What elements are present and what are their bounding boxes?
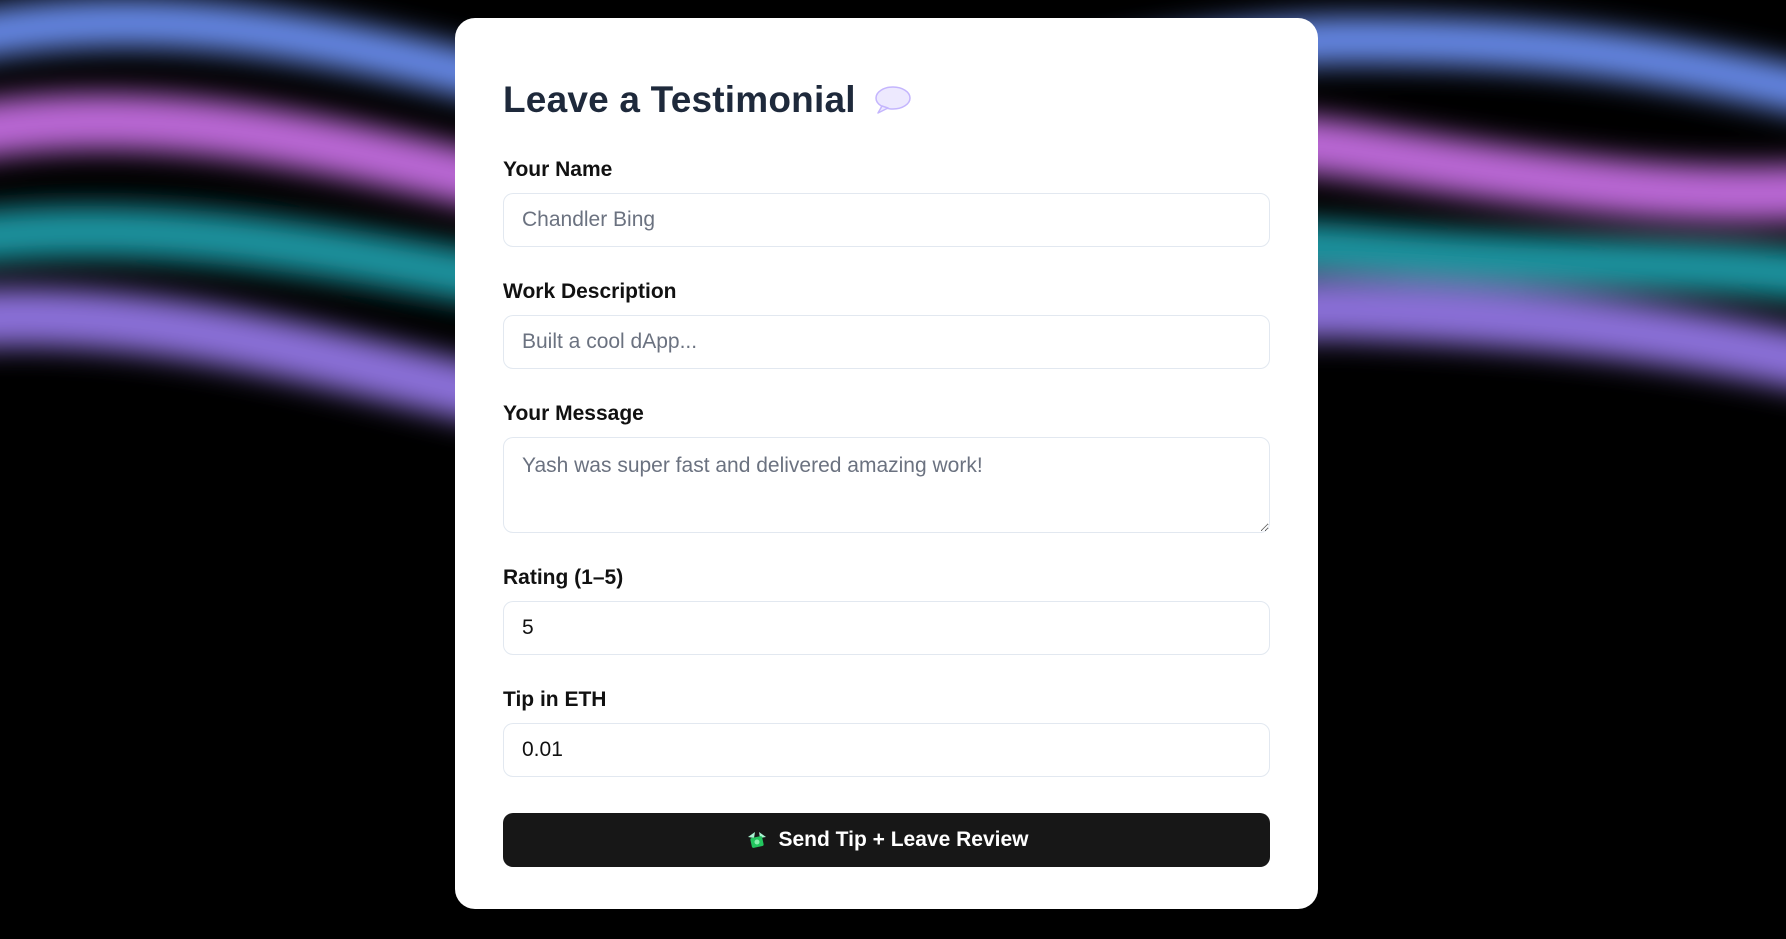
send-tip-button-label: Send Tip + Leave Review	[778, 828, 1029, 851]
rating-field-group: Rating (1–5)	[503, 564, 1270, 655]
message-label: Your Message	[503, 402, 644, 425]
tip-field-group: Tip in ETH	[503, 686, 1270, 777]
message-textarea[interactable]	[503, 437, 1270, 533]
message-field-group: Your Message	[503, 400, 1270, 533]
send-tip-button[interactable]: Send Tip + Leave Review	[503, 813, 1270, 867]
work-description-input[interactable]	[503, 315, 1270, 369]
work-field-group: Work Description	[503, 278, 1270, 369]
title-row: Leave a Testimonial	[503, 72, 1270, 128]
rating-input[interactable]	[503, 601, 1270, 655]
work-description-label: Work Description	[503, 280, 677, 303]
tip-input[interactable]	[503, 723, 1270, 777]
name-field-group: Your Name	[503, 156, 1270, 247]
name-label: Your Name	[503, 158, 613, 181]
rating-label: Rating (1–5)	[503, 566, 624, 589]
name-input[interactable]	[503, 193, 1270, 247]
tip-label: Tip in ETH	[503, 688, 607, 711]
page-title: Leave a Testimonial	[503, 79, 856, 120]
money-with-wings-icon	[745, 828, 769, 852]
speech-bubble-icon	[874, 85, 912, 115]
testimonial-card: Leave a Testimonial Your Name Work Descr…	[455, 18, 1318, 909]
